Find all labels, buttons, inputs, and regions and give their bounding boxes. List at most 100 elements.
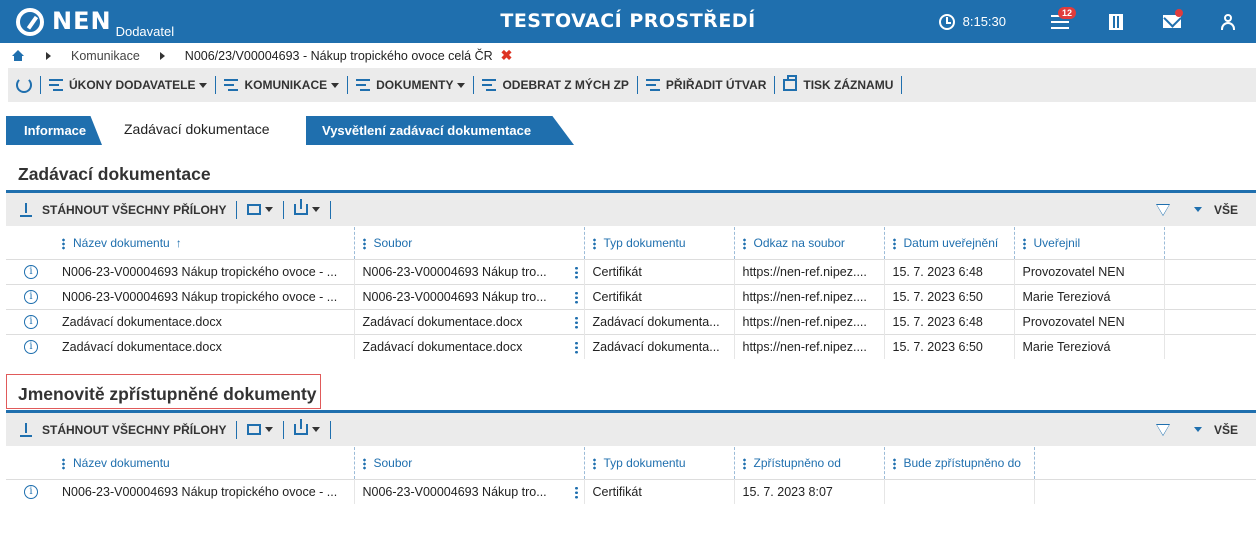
chevron-down-icon[interactable] [265, 427, 274, 432]
chevron-down-icon[interactable] [312, 207, 321, 212]
chevron-down-icon[interactable] [265, 207, 274, 212]
all-filter-label[interactable]: VŠE [1214, 203, 1238, 217]
info-icon[interactable]: i [24, 264, 38, 279]
cell-nazev[interactable]: Zadávací dokumentace.docx [54, 308, 355, 334]
export-icon[interactable] [294, 419, 309, 435]
notifications-button[interactable]: 12 [1032, 0, 1088, 43]
chevron-down-icon[interactable] [1193, 427, 1202, 432]
chevron-down-icon[interactable] [312, 427, 321, 432]
print-icon[interactable] [247, 424, 262, 435]
cell-soubor[interactable]: N006-23-V00004693 Nákup tro... [354, 478, 585, 504]
column-menu-icon[interactable] [1022, 237, 1026, 250]
breadcrumb-arrow-icon [159, 51, 165, 60]
more-options-icon[interactable] [574, 340, 578, 354]
column-header-nazev[interactable]: Název dokumentu ↑ [54, 227, 355, 259]
info-cell[interactable]: i [6, 308, 54, 334]
messages-button[interactable] [1144, 0, 1200, 43]
priradit-utvar-button[interactable]: PŘIŘADIT ÚTVAR [638, 76, 776, 94]
user-profile-button[interactable] [1200, 0, 1256, 43]
cell-nazev[interactable]: N006-23-V00004693 Nákup tropického ovoce… [54, 283, 355, 309]
info-icon[interactable]: i [24, 289, 38, 304]
column-header-typ[interactable]: Typ dokumentu [584, 227, 735, 259]
file-name[interactable]: Zadávací dokumentace.docx [363, 315, 523, 329]
filter-icon[interactable] [1155, 423, 1170, 436]
file-name[interactable]: N006-23-V00004693 Nákup tro... [363, 290, 547, 304]
cell-odkaz[interactable]: https://nen-ref.nipez.... [734, 258, 885, 284]
tab-zadavaci-dokumentace[interactable]: Zadávací dokumentace [106, 113, 306, 145]
tisk-zaznamu-button[interactable]: TISK ZÁZNAMU [775, 75, 903, 94]
export-icon[interactable] [294, 199, 309, 215]
table-row[interactable]: i N006-23-V00004693 Nákup tropického ovo… [6, 258, 1256, 284]
column-menu-icon[interactable] [592, 457, 596, 470]
more-options-icon[interactable] [574, 265, 578, 279]
info-icon[interactable]: i [24, 339, 38, 354]
calculator-button[interactable] [1088, 0, 1144, 43]
info-cell[interactable]: i [6, 283, 54, 309]
close-icon[interactable]: ✖ [501, 47, 513, 64]
odebrat-z-mych-zp-button[interactable]: ODEBRAT Z MÝCH ZP [474, 76, 638, 94]
cell-nazev[interactable]: N006-23-V00004693 Nákup tropického ovoce… [54, 258, 355, 284]
cell-odkaz[interactable]: https://nen-ref.nipez.... [734, 333, 885, 359]
breadcrumb-komunikace[interactable]: Komunikace [71, 49, 140, 63]
column-header-typ[interactable]: Typ dokumentu [584, 447, 735, 479]
column-header-bude-zpristupneno-do[interactable]: Bude zpřístupněno do [884, 447, 1035, 479]
cell-soubor[interactable]: Zadávací dokumentace.docx [354, 333, 585, 359]
cell-soubor[interactable]: Zadávací dokumentace.docx [354, 308, 585, 334]
all-filter-label[interactable]: VŠE [1214, 423, 1238, 437]
column-menu-icon[interactable] [892, 237, 896, 250]
print-icon[interactable] [247, 204, 262, 215]
file-name[interactable]: N006-23-V00004693 Nákup tro... [363, 265, 547, 279]
download-all-button[interactable]: STÁHNOUT VŠECHNY PŘÍLOHY [42, 203, 226, 217]
komunikace-menu[interactable]: KOMUNIKACE [216, 76, 349, 94]
cell-soubor[interactable]: N006-23-V00004693 Nákup tro... [354, 283, 585, 309]
info-cell[interactable]: i [6, 258, 54, 284]
separator [283, 200, 285, 219]
column-menu-icon[interactable] [892, 457, 896, 470]
filter-icon[interactable] [1155, 203, 1170, 216]
info-cell[interactable]: i [6, 333, 54, 359]
tab-vysvetleni[interactable]: Vysvětlení zadávací dokumentace [304, 116, 574, 145]
cell-nazev[interactable]: N006-23-V00004693 Nákup tropického ovoce… [54, 478, 355, 504]
file-name[interactable]: Zadávací dokumentace.docx [363, 340, 523, 354]
separator [236, 200, 238, 219]
column-header-soubor[interactable]: Soubor [354, 227, 585, 259]
column-header-odkaz[interactable]: Odkaz na soubor [734, 227, 885, 259]
more-options-icon[interactable] [574, 290, 578, 304]
column-menu-icon[interactable] [62, 237, 65, 250]
table-row[interactable]: i Zadávací dokumentace.docx Zadávací dok… [6, 308, 1256, 334]
column-menu-icon[interactable] [62, 457, 65, 470]
table-row[interactable]: i N006-23-V00004693 Nákup tropického ovo… [6, 478, 1256, 504]
cell-odkaz[interactable]: https://nen-ref.nipez.... [734, 283, 885, 309]
column-menu-icon[interactable] [362, 237, 366, 250]
logo-mark-icon [16, 8, 44, 36]
file-name[interactable]: N006-23-V00004693 Nákup tro... [363, 485, 547, 499]
dokumenty-menu[interactable]: DOKUMENTY [348, 76, 475, 94]
column-menu-icon[interactable] [742, 237, 746, 250]
chevron-down-icon[interactable] [1193, 207, 1202, 212]
column-menu-icon[interactable] [742, 457, 746, 470]
refresh-button[interactable] [16, 76, 41, 94]
table-row[interactable]: i N006-23-V00004693 Nákup tropického ovo… [6, 283, 1256, 309]
download-all-button[interactable]: STÁHNOUT VŠECHNY PŘÍLOHY [42, 423, 226, 437]
home-icon[interactable] [12, 50, 24, 61]
column-header-datum[interactable]: Datum uveřejnění [884, 227, 1015, 259]
column-menu-icon[interactable] [362, 457, 366, 470]
cell-nazev[interactable]: Zadávací dokumentace.docx [54, 333, 355, 359]
cell-soubor[interactable]: N006-23-V00004693 Nákup tro... [354, 258, 585, 284]
column-menu-icon[interactable] [592, 237, 596, 250]
column-header-nazev[interactable]: Název dokumentu [54, 447, 355, 479]
tab-informace[interactable]: Informace [6, 116, 102, 145]
column-header-zpristupneno-od[interactable]: Zpřístupněno od [734, 447, 885, 479]
cell-datum: 15. 7. 2023 6:48 [884, 308, 1015, 334]
ukony-dodavatele-menu[interactable]: ÚKONY DODAVATELE [41, 76, 217, 94]
more-options-icon[interactable] [574, 485, 578, 499]
info-icon[interactable]: i [24, 484, 38, 499]
nen-logo[interactable]: NEN Dodavatel [16, 6, 174, 39]
column-header-soubor[interactable]: Soubor [354, 447, 585, 479]
cell-odkaz[interactable]: https://nen-ref.nipez.... [734, 308, 885, 334]
table-row[interactable]: i Zadávací dokumentace.docx Zadávací dok… [6, 333, 1256, 359]
info-cell[interactable]: i [6, 478, 54, 504]
more-options-icon[interactable] [574, 315, 578, 329]
column-header-uverejnil[interactable]: Uveřejnil [1014, 227, 1165, 259]
info-icon[interactable]: i [24, 314, 38, 329]
